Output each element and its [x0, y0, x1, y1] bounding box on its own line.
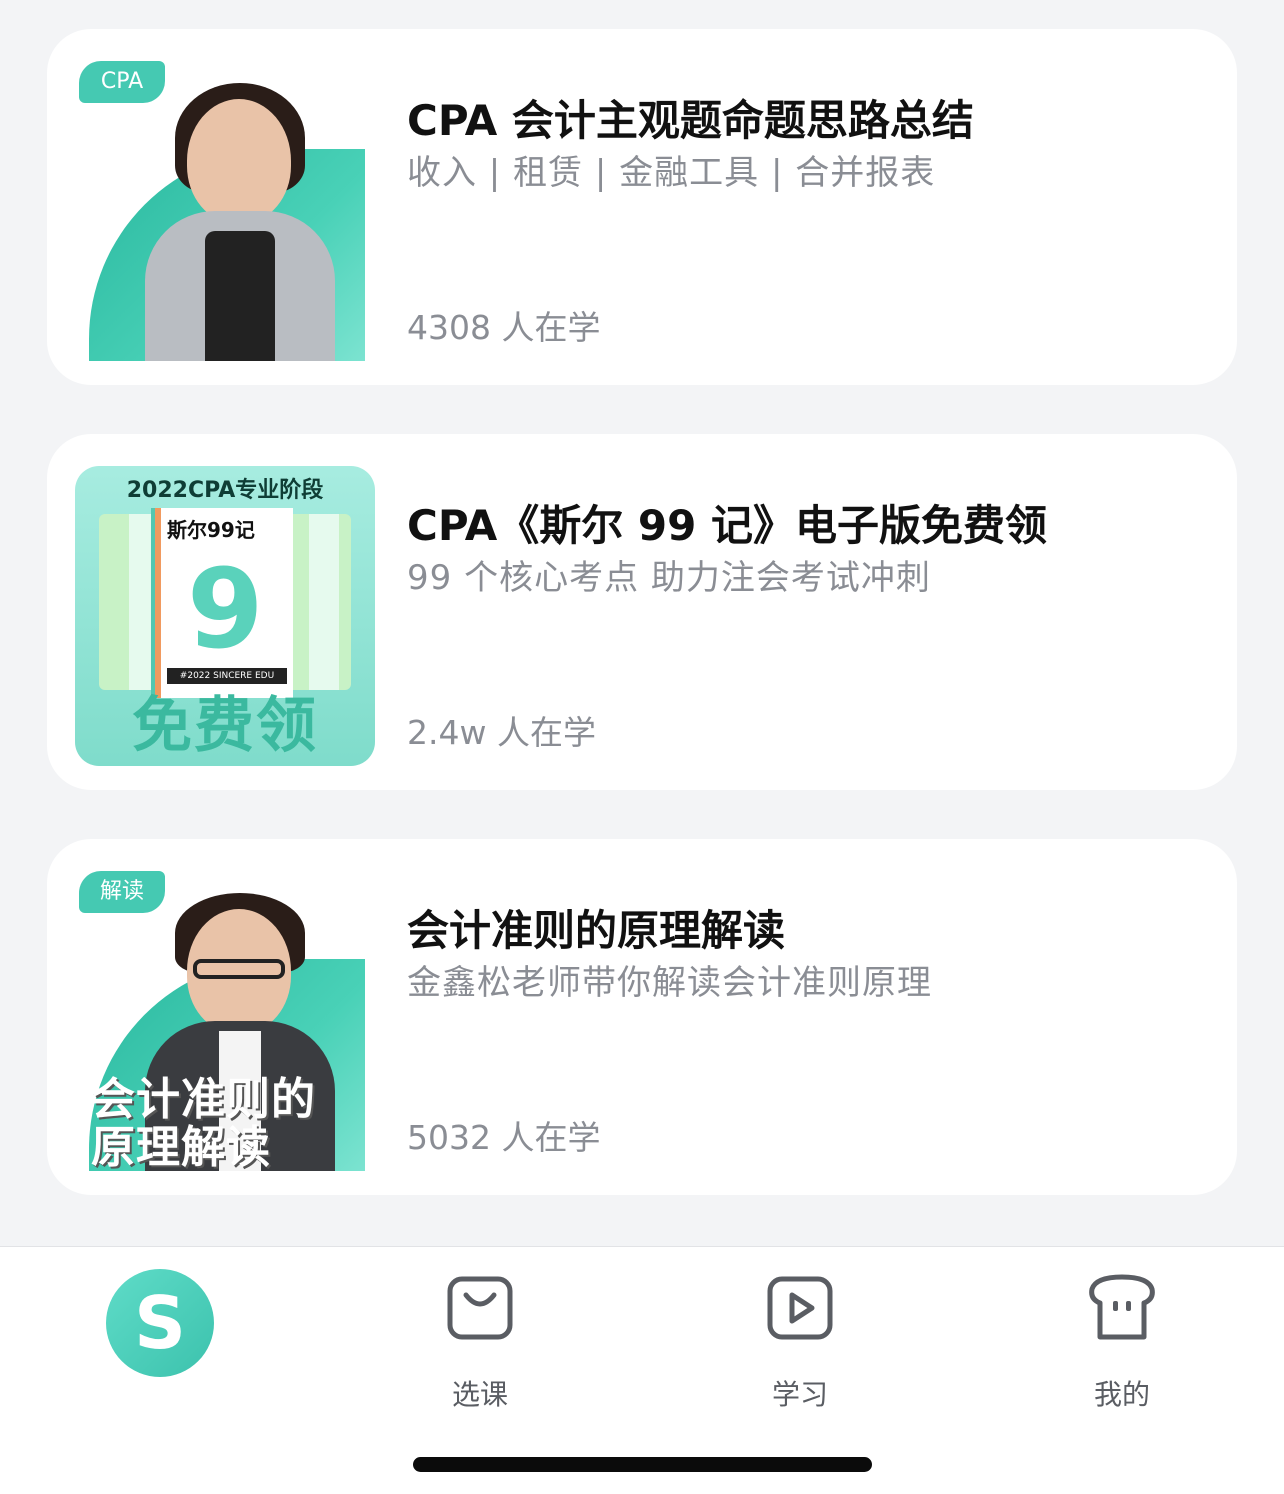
- learner-count: 2.4w 人在学: [407, 713, 596, 752]
- bag-icon: [447, 1276, 513, 1340]
- tab-courses[interactable]: 选课: [400, 1269, 560, 1411]
- course-card[interactable]: CPA CPA 会计主观题命题思路总结 收入 | 租赁 | 金融工具 | 合并报…: [47, 29, 1237, 385]
- teacher-portrait: [145, 211, 335, 361]
- tab-home[interactable]: S: [80, 1269, 240, 1409]
- book-banner-text: 2022CPA专业阶段: [126, 478, 324, 503]
- play-icon: [767, 1276, 833, 1340]
- course-subtitle: 收入 | 租赁 | 金融工具 | 合并报表: [407, 153, 936, 193]
- course-title: CPA 会计主观题命题思路总结: [407, 96, 974, 145]
- book-number: 9: [187, 545, 264, 673]
- tab-label: 学习: [771, 1378, 828, 1411]
- book-title: 斯尔99记: [167, 518, 255, 542]
- course-thumbnail: 解读 会计准则的 原理解读: [75, 871, 375, 1171]
- category-tag: 解读: [79, 871, 165, 913]
- home-logo-glyph: S: [134, 1281, 186, 1365]
- learner-count: 5032 人在学: [407, 1118, 601, 1157]
- course-thumbnail: 2022CPA专业阶段 斯尔99记 9 #2022 SINCERE EDU 免费…: [75, 466, 375, 766]
- course-thumbnail: CPA: [75, 61, 375, 361]
- tab-mine[interactable]: 我的: [1042, 1269, 1202, 1411]
- free-badge: 免费领: [132, 691, 318, 761]
- category-tag: CPA: [79, 61, 165, 103]
- toast-face-icon: [1089, 1274, 1155, 1340]
- course-subtitle: 99 个核心考点 助力注会考试冲刺: [407, 558, 931, 598]
- course-list-page: CPA CPA 会计主观题命题思路总结 收入 | 租赁 | 金融工具 | 合并报…: [0, 0, 1284, 1494]
- course-title: 会计准则的原理解读: [407, 906, 786, 955]
- course-card[interactable]: 2022CPA专业阶段 斯尔99记 9 #2022 SINCERE EDU 免费…: [47, 434, 1237, 790]
- learner-count: 4308 人在学: [407, 308, 601, 347]
- home-indicator[interactable]: [413, 1457, 872, 1472]
- course-title: CPA《斯尔 99 记》电子版免费领: [407, 501, 1047, 550]
- tab-study[interactable]: 学习: [720, 1269, 880, 1411]
- glasses: [193, 959, 285, 979]
- thumbnail-overlay-line2: 原理解读: [91, 1122, 271, 1171]
- course-card[interactable]: 解读 会计准则的 原理解读 会计准则的原理解读 金鑫松老师带你解读会计准则原理 …: [47, 839, 1237, 1195]
- teacher-face: [187, 99, 291, 223]
- book-image: 斯尔99记 9 #2022 SINCERE EDU: [161, 508, 293, 698]
- shirt: [205, 231, 275, 361]
- tab-label: 我的: [1093, 1378, 1150, 1411]
- tab-label: 选课: [451, 1378, 508, 1411]
- course-subtitle: 金鑫松老师带你解读会计准则原理: [407, 963, 932, 1003]
